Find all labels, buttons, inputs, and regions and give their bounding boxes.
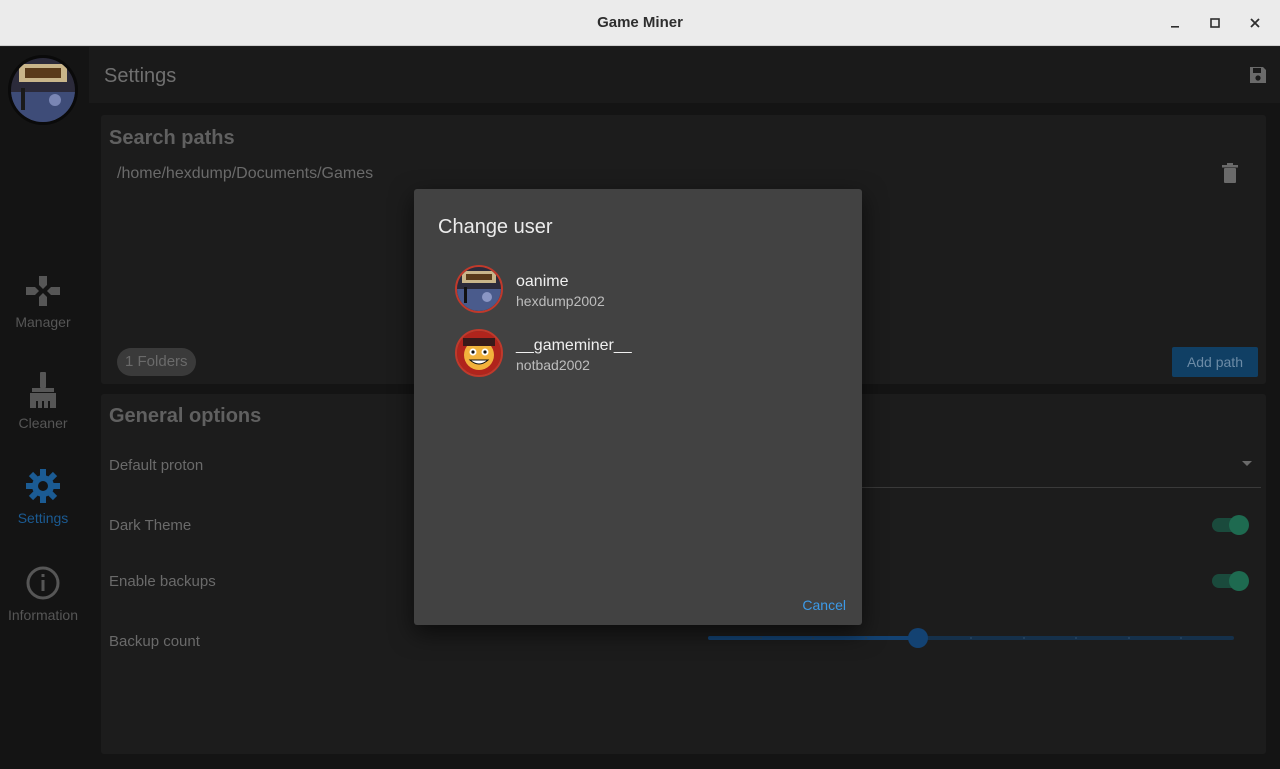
slider-tick: [812, 637, 815, 639]
close-button[interactable]: [1243, 12, 1267, 34]
close-icon: [1250, 18, 1260, 28]
backup-count-label: Backup count: [109, 633, 200, 650]
nav-label-cleaner: Cleaner: [18, 415, 68, 431]
nav-item-information[interactable]: Information: [0, 565, 86, 623]
trash-icon[interactable]: [1222, 163, 1238, 183]
add-path-button[interactable]: Add path: [1171, 347, 1258, 377]
nav-item-settings[interactable]: Settings: [0, 468, 86, 526]
cancel-button[interactable]: Cancel: [802, 597, 846, 613]
maximize-icon: [1210, 18, 1220, 28]
dark-theme-label: Dark Theme: [109, 517, 192, 534]
nav-item-cleaner[interactable]: Cleaner: [0, 371, 86, 431]
user-avatar-image: [457, 331, 501, 375]
slider-thumb[interactable]: [908, 628, 929, 648]
minimize-button[interactable]: [1163, 12, 1187, 34]
current-user-avatar[interactable]: [8, 55, 78, 125]
nav-label-manager: Manager: [15, 314, 71, 330]
search-paths-title: Search paths: [109, 127, 235, 149]
nav-item-manager[interactable]: Manager: [0, 274, 86, 330]
window-titlebar: Game Miner: [0, 0, 1280, 46]
enable-backups-label: Enable backups: [109, 573, 216, 590]
gamepad-icon: [26, 276, 60, 306]
page-title: Settings: [104, 65, 177, 87]
general-options-title: General options: [109, 405, 262, 427]
slider-tick: [1075, 637, 1078, 639]
user-avatar-gameminer: [455, 329, 503, 377]
window-title: Game Miner: [597, 14, 683, 31]
dark-theme-toggle[interactable]: [1212, 515, 1249, 535]
minimize-icon: [1171, 26, 1179, 28]
change-user-dialog: Change user oanime hexdump2002 __gamemin…: [414, 189, 862, 625]
chevron-down-icon[interactable]: [1241, 460, 1253, 468]
app-bar: Settings: [89, 47, 1280, 103]
slider-tick: [759, 637, 762, 639]
user-list-item-oanime[interactable]: oanime hexdump2002: [438, 259, 838, 319]
broom-icon: [30, 372, 56, 408]
app-body: Manager Cleaner Settings Information Set…: [0, 47, 1280, 769]
user-account: hexdump2002: [516, 293, 605, 309]
user-list-item-gameminer[interactable]: __gameminer__ notbad2002: [438, 323, 838, 383]
slider-tick: [1180, 637, 1183, 639]
slider-tick: [1022, 637, 1025, 639]
gear-icon: [26, 469, 60, 503]
navigation-rail: Manager Cleaner Settings Information: [0, 47, 86, 769]
save-icon[interactable]: [1248, 65, 1268, 85]
user-avatar-image: [457, 267, 501, 311]
folder-count-chip: 1 Folders: [117, 348, 196, 376]
user-avatar-image: [11, 58, 75, 122]
user-avatar-oanime: [455, 265, 503, 313]
user-name: oanime: [516, 273, 569, 290]
slider-tick: [1127, 637, 1130, 639]
search-path-item[interactable]: /home/hexdump/Documents/Games: [117, 165, 373, 183]
maximize-button[interactable]: [1203, 12, 1227, 34]
default-proton-underline: [861, 487, 1261, 488]
dialog-title: Change user: [438, 216, 553, 238]
default-proton-label: Default proton: [109, 457, 204, 474]
info-icon: [26, 566, 60, 600]
backup-count-slider[interactable]: [708, 626, 1234, 650]
nav-label-information: Information: [7, 607, 79, 623]
slider-tick: [970, 637, 972, 639]
user-account: notbad2002: [516, 357, 590, 373]
slider-tick: [864, 637, 867, 639]
enable-backups-toggle[interactable]: [1212, 571, 1249, 591]
nav-label-settings: Settings: [17, 510, 69, 526]
user-name: __gameminer__: [516, 337, 632, 354]
